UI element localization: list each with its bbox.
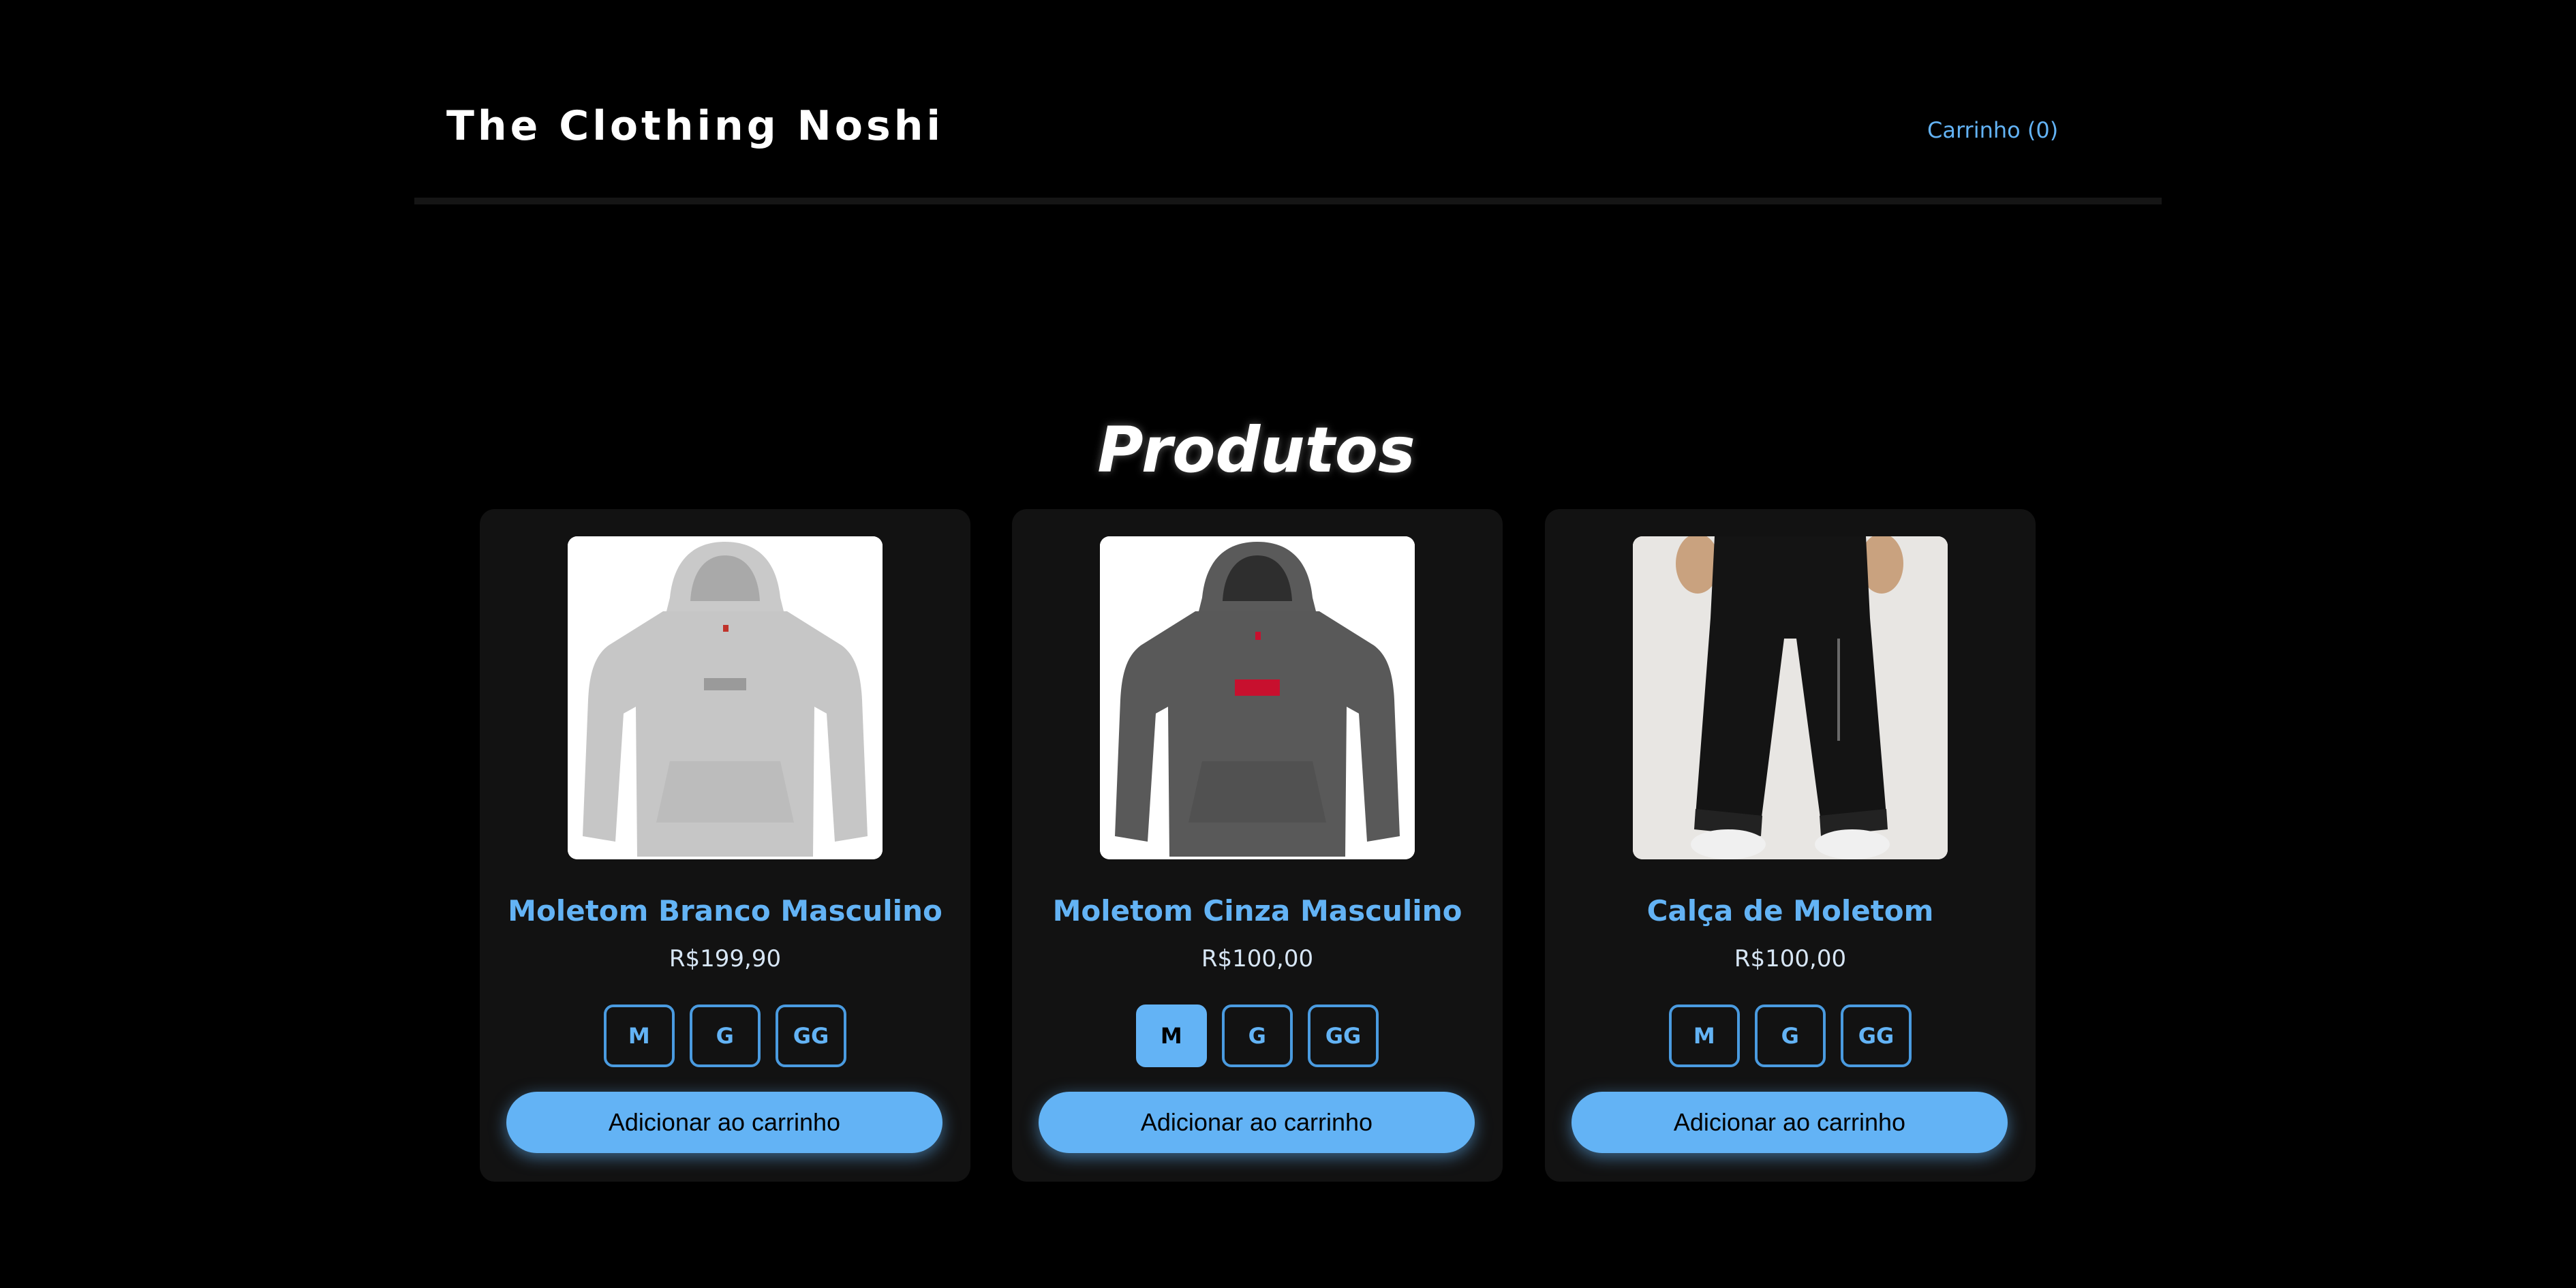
size-button-gg[interactable]: GG bbox=[1307, 1005, 1379, 1067]
size-button-m[interactable]: M bbox=[1668, 1005, 1740, 1067]
add-to-cart-button[interactable]: Adicionar ao carrinho bbox=[1571, 1092, 2008, 1153]
product-image[interactable] bbox=[1633, 536, 1948, 859]
size-button-gg[interactable]: GG bbox=[1840, 1005, 1912, 1067]
size-button-m[interactable]: M bbox=[1135, 1005, 1207, 1067]
size-button-g[interactable]: G bbox=[1754, 1005, 1826, 1067]
product-price: R$100,00 bbox=[1734, 945, 1847, 972]
site-header: The Clothing Noshi Carrinho (0) bbox=[414, 0, 2162, 204]
product-card: Moletom Cinza Masculino R$100,00 M G GG Ad… bbox=[1012, 509, 1503, 1182]
product-name[interactable]: Moletom Branco Masculino bbox=[480, 894, 970, 927]
add-to-cart-button[interactable]: Adicionar ao carrinho bbox=[1039, 1092, 1475, 1153]
size-selector: M G GG bbox=[1012, 1005, 1503, 1067]
size-button-g[interactable]: G bbox=[1221, 1005, 1293, 1067]
product-card: Moletom Branco Masculino R$199,90 M G GG A… bbox=[480, 509, 970, 1182]
product-card: Calça de Moletom R$100,00 M G GG Adicionar… bbox=[1545, 509, 2036, 1182]
dark-grey-hoodie-image-icon bbox=[1100, 536, 1415, 859]
size-button-g[interactable]: G bbox=[689, 1005, 761, 1067]
product-price: R$100,00 bbox=[1201, 945, 1314, 972]
product-name[interactable]: Moletom Cinza Masculino bbox=[1012, 894, 1503, 927]
product-image[interactable] bbox=[568, 536, 883, 859]
page: The Clothing Noshi Carrinho (0) Produtos… bbox=[0, 0, 2576, 1288]
size-selector: M G GG bbox=[480, 1005, 970, 1067]
size-selector: M G GG bbox=[1545, 1005, 2036, 1067]
grey-hoodie-image-icon bbox=[568, 536, 883, 859]
product-name[interactable]: Calça de Moletom bbox=[1545, 894, 2036, 927]
product-image[interactable] bbox=[1100, 536, 1415, 859]
cart-link[interactable]: Carrinho (0) bbox=[1927, 117, 2058, 143]
page-title: Produtos bbox=[1097, 413, 1415, 487]
size-button-gg[interactable]: GG bbox=[775, 1005, 847, 1067]
size-button-m[interactable]: M bbox=[603, 1005, 675, 1067]
add-to-cart-button[interactable]: Adicionar ao carrinho bbox=[506, 1092, 942, 1153]
product-price: R$199,90 bbox=[669, 945, 782, 972]
black-sweatpants-image-icon bbox=[1633, 536, 1948, 859]
brand-logo[interactable]: The Clothing Noshi bbox=[446, 102, 944, 150]
